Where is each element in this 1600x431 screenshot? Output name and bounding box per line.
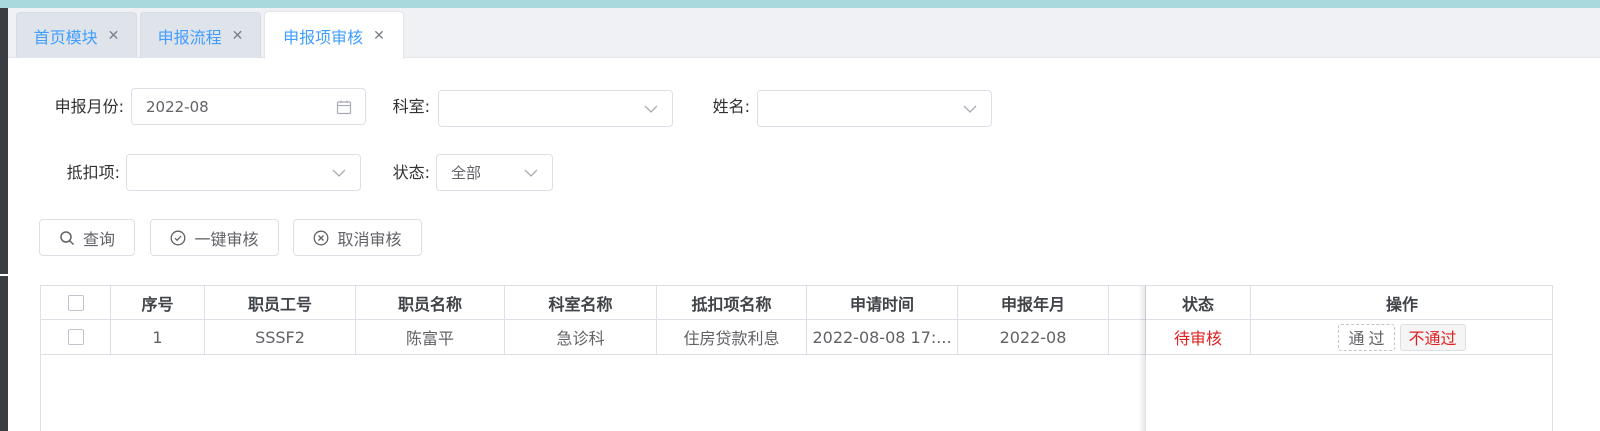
header-department: 科室名称 <box>505 286 657 320</box>
chevron-down-icon <box>332 169 346 177</box>
tab-label: 申报流程 <box>157 27 222 47</box>
chevron-down-icon <box>644 105 658 113</box>
select-all-checkbox[interactable] <box>67 294 84 311</box>
name-label: 姓名: <box>712 97 750 116</box>
cell-status: 待审核 <box>1145 320 1251 355</box>
status-select[interactable]: 全部 <box>436 154 553 191</box>
left-edge-marker <box>0 274 8 276</box>
close-icon[interactable]: ✕ <box>232 29 244 43</box>
month-picker[interactable]: 2022-08 <box>131 88 366 125</box>
cancel-review-label: 取消审核 <box>337 229 402 249</box>
tab-label: 申报项审核 <box>283 27 364 47</box>
approve-all-button[interactable]: 一键审核 <box>150 219 279 256</box>
department-label: 科室: <box>392 97 430 116</box>
calendar-icon <box>336 100 352 115</box>
month-label: 申报月份: <box>54 97 124 116</box>
tab-report-process[interactable]: 申报流程 ✕ <box>140 12 261 58</box>
status-label: 状态: <box>392 163 430 182</box>
chevron-down-icon <box>963 105 977 113</box>
name-select[interactable] <box>757 90 992 127</box>
tab-label: 首页模块 <box>33 27 98 47</box>
approve-all-label: 一键审核 <box>194 229 259 249</box>
pass-button[interactable]: 通过 <box>1338 323 1395 351</box>
cancel-review-button[interactable]: 取消审核 <box>293 219 422 256</box>
close-icon[interactable]: ✕ <box>108 29 120 43</box>
tab-report-item-review[interactable]: 申报项审核 ✕ <box>264 11 404 59</box>
top-accent-strip <box>0 0 1600 8</box>
header-index: 序号 <box>111 286 205 320</box>
header-deduction-name: 抵扣项名称 <box>657 286 807 320</box>
search-icon <box>60 230 75 245</box>
cell-department: 急诊科 <box>505 320 657 355</box>
tab-bar: 首页模块 ✕ 申报流程 ✕ 申报项审核 ✕ <box>8 8 1600 59</box>
header-employee-name: 职员名称 <box>356 286 505 320</box>
header-apply-time: 申请时间 <box>807 286 958 320</box>
cell-report-month: 2022-08 <box>958 320 1109 355</box>
header-employee-id: 职员工号 <box>205 286 356 320</box>
cell-employee-id: SSSF2 <box>205 320 356 355</box>
cell-apply-time: 2022-08-08 17:... <box>807 320 958 355</box>
department-select[interactable] <box>438 90 673 127</box>
reject-button[interactable]: 不通过 <box>1399 323 1466 351</box>
row-select <box>41 320 111 355</box>
left-dark-edge <box>0 8 8 431</box>
chevron-down-icon <box>524 169 538 177</box>
cell-index: 1 <box>111 320 205 355</box>
cell-deduction-name: 住房贷款利息 <box>657 320 807 355</box>
deduction-label: 抵扣项: <box>66 163 120 182</box>
fixed-column-body <box>1145 355 1553 431</box>
deduction-select[interactable] <box>126 154 361 191</box>
cell-employee-name: 陈富平 <box>356 320 505 355</box>
close-circle-icon <box>314 230 329 245</box>
header-actions: 操作 <box>1251 286 1553 320</box>
close-icon[interactable]: ✕ <box>373 29 385 43</box>
header-select-all <box>41 286 111 320</box>
review-table: 序号 职员工号 职员名称 科室名称 抵扣项名称 申请时间 申报年月 状态 操作 … <box>40 285 1553 431</box>
tab-home-module[interactable]: 首页模块 ✕ <box>16 12 137 58</box>
query-button[interactable]: 查询 <box>39 219 135 256</box>
row-checkbox[interactable] <box>67 329 84 345</box>
status-value: 全部 <box>451 164 482 182</box>
month-value: 2022-08 <box>146 97 209 116</box>
check-circle-icon <box>171 230 186 245</box>
header-report-month: 申报年月 <box>958 286 1109 320</box>
query-label: 查询 <box>82 229 115 249</box>
cell-actions: 通过 不通过 <box>1251 320 1553 355</box>
header-status: 状态 <box>1145 286 1251 320</box>
